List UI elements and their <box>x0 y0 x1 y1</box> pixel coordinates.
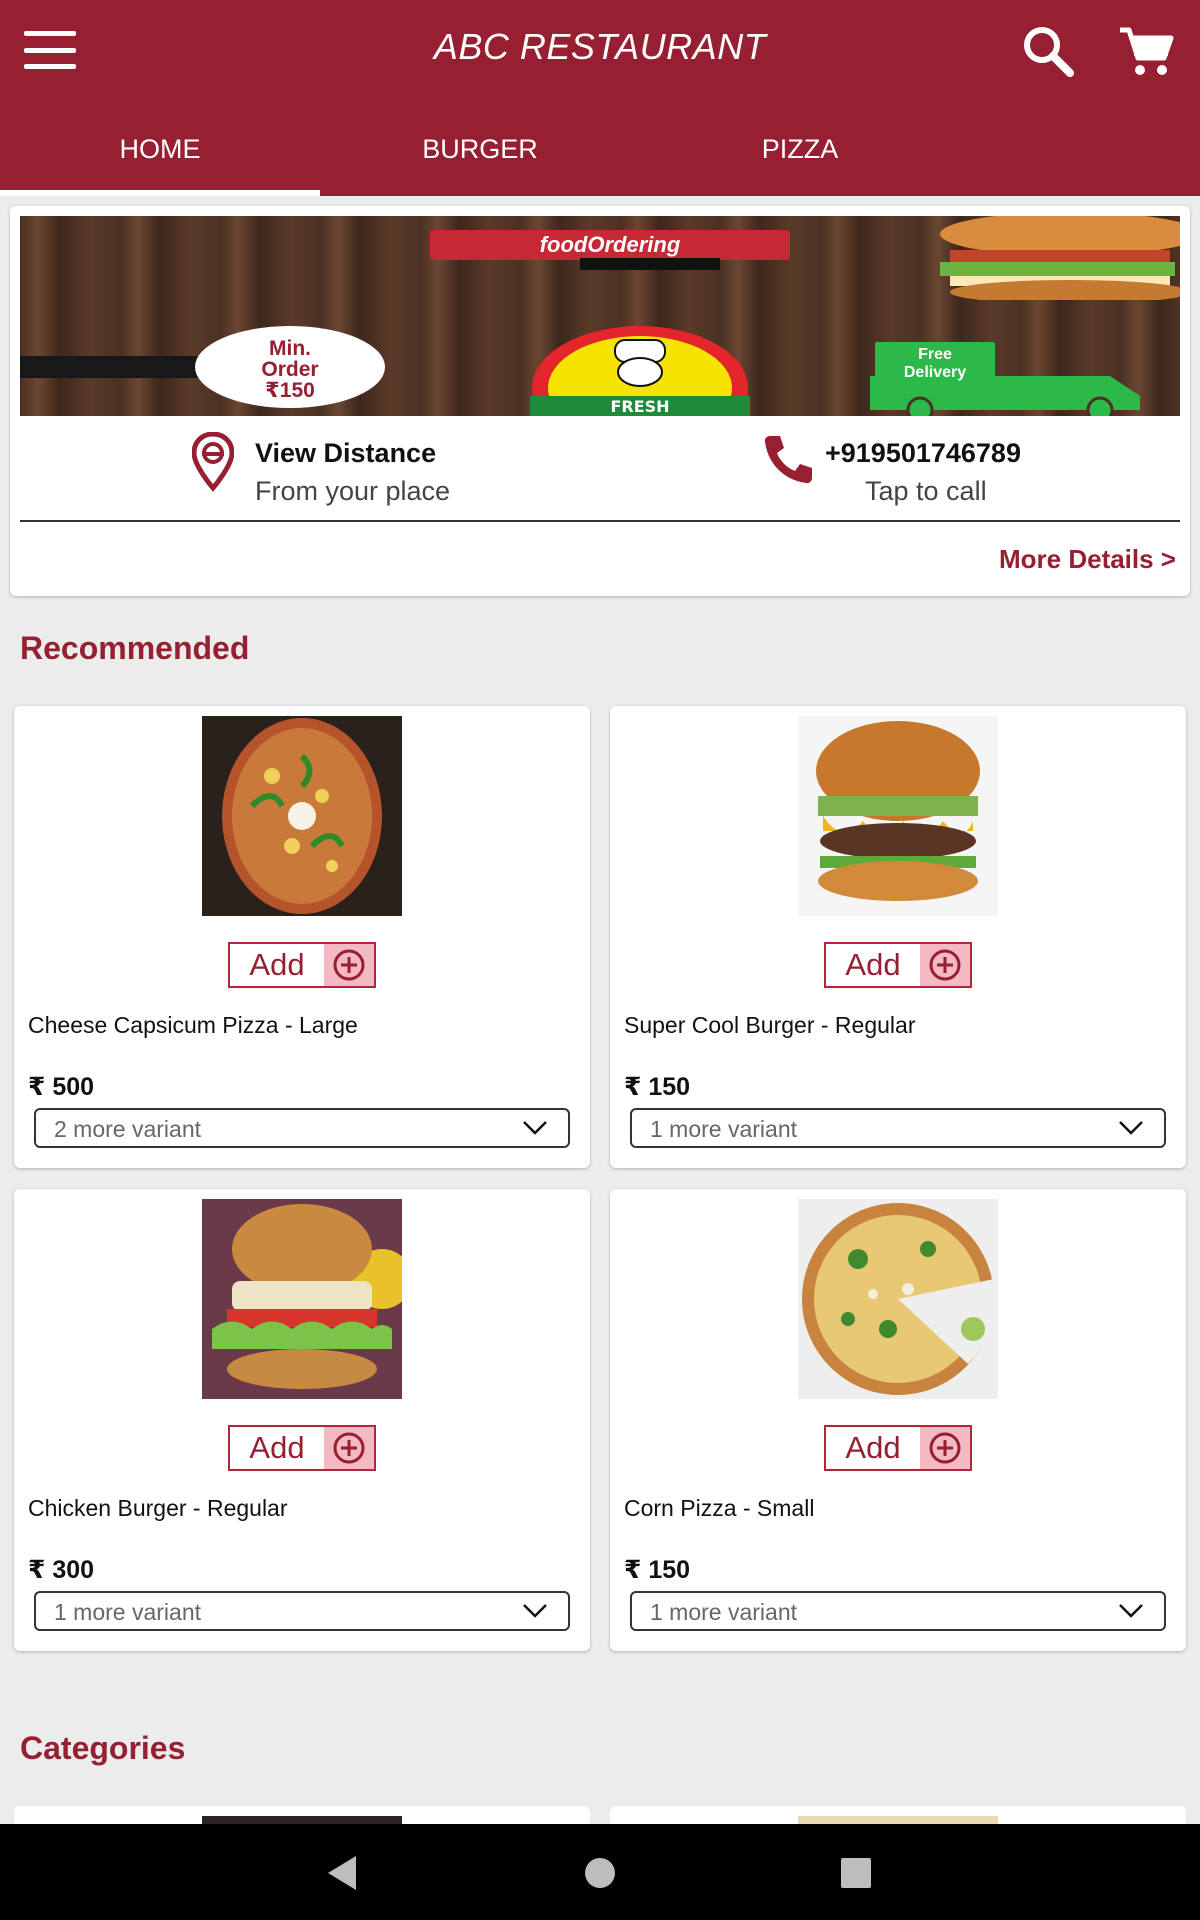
add-to-cart-button[interactable]: Add <box>824 1425 972 1471</box>
tap-to-call-label: Tap to call <box>865 476 987 506</box>
back-icon[interactable] <box>318 1848 368 1898</box>
product-card: Add Chicken Burger - Regular ₹ 300 1 mor… <box>14 1189 590 1651</box>
fresh-badge-text: FRESH <box>610 397 669 416</box>
phone-icon <box>764 436 812 484</box>
variant-dropdown-value: 2 more variant <box>54 1116 202 1142</box>
info-divider <box>20 520 1180 522</box>
product-name: Chicken Burger - Regular <box>28 1495 288 1521</box>
view-distance-subtitle: From your place <box>255 476 451 506</box>
banner-hand-graphic <box>20 356 210 378</box>
chevron-down-icon <box>523 1121 547 1135</box>
banner-brand-tagline <box>580 258 720 270</box>
variant-dropdown[interactable]: 2 more variant <box>34 1108 570 1148</box>
min-order-line-1: Min. <box>269 337 311 360</box>
app-bar: ABC RESTAURANT HOME BURGER PIZZA <box>0 0 1200 196</box>
variant-dropdown-value: 1 more variant <box>650 1116 798 1142</box>
add-circle-icon <box>920 1427 970 1469</box>
variant-dropdown-value: 1 more variant <box>650 1599 798 1625</box>
add-circle-icon <box>324 1427 374 1469</box>
free-delivery-line-2: Delivery <box>903 364 967 381</box>
banner-brand-logo: foodOrdering <box>430 230 790 260</box>
tab-burger[interactable]: BURGER <box>320 110 640 196</box>
call-restaurant-button[interactable]: +919501746789 Tap to call <box>750 422 1080 512</box>
product-image-burger[interactable] <box>202 1199 402 1399</box>
chevron-down-icon <box>523 1604 547 1618</box>
restaurant-banner: foodOrdering Min. Order ₹150 FRESH Free … <box>20 216 1180 416</box>
min-order-line-2: Order <box>261 358 319 381</box>
add-button-label: Add <box>249 947 305 982</box>
product-image-pizza[interactable] <box>798 1199 998 1399</box>
add-button-label: Add <box>249 1430 305 1465</box>
add-button-label: Add <box>845 1430 901 1465</box>
product-price: ₹ 500 <box>28 1073 95 1101</box>
system-navigation-bar <box>0 1824 1200 1920</box>
add-circle-icon <box>324 944 374 986</box>
product-image-pizza[interactable] <box>202 716 402 916</box>
tab-pizza[interactable]: PIZZA <box>640 110 960 196</box>
fresh-chef-badge: FRESH <box>525 326 755 416</box>
product-price: ₹ 150 <box>624 1073 691 1101</box>
min-order-line-3: ₹150 <box>265 379 315 402</box>
product-name: Super Cool Burger - Regular <box>624 1012 916 1038</box>
restaurant-info-card: foodOrdering Min. Order ₹150 FRESH Free … <box>10 206 1190 596</box>
add-circle-icon <box>920 944 970 986</box>
product-card: Add Super Cool Burger - Regular ₹ 150 1 … <box>610 706 1186 1168</box>
restaurant-phone-number: +919501746789 <box>825 438 1021 468</box>
categories-section-title: Categories <box>20 1730 186 1766</box>
chevron-down-icon <box>1119 1604 1143 1618</box>
variant-dropdown[interactable]: 1 more variant <box>630 1591 1166 1631</box>
add-to-cart-button[interactable]: Add <box>228 942 376 988</box>
product-price: ₹ 300 <box>28 1556 95 1584</box>
product-card: Add Cheese Capsicum Pizza - Large ₹ 500 … <box>14 706 590 1168</box>
variant-dropdown[interactable]: 1 more variant <box>630 1108 1166 1148</box>
location-pin-icon <box>192 432 234 492</box>
tab-home[interactable]: HOME <box>0 110 320 196</box>
min-order-badge: Min. Order ₹150 <box>195 326 385 408</box>
home-icon[interactable] <box>575 1848 625 1898</box>
shopping-cart-icon[interactable] <box>1118 24 1174 78</box>
add-to-cart-button[interactable]: Add <box>824 942 972 988</box>
banner-burger-image <box>920 216 1180 304</box>
category-tabs: HOME BURGER PIZZA <box>0 110 1200 196</box>
free-delivery-label: Free Delivery <box>875 342 995 386</box>
more-details-link[interactable]: More Details > <box>999 544 1176 575</box>
variant-dropdown[interactable]: 1 more variant <box>34 1591 570 1631</box>
recommended-section-title: Recommended <box>20 630 250 666</box>
view-distance-button[interactable]: View Distance From your place <box>180 422 600 512</box>
variant-dropdown-value: 1 more variant <box>54 1599 202 1625</box>
free-delivery-line-1: Free <box>918 346 952 363</box>
product-name: Cheese Capsicum Pizza - Large <box>28 1012 358 1038</box>
view-distance-title: View Distance <box>255 438 437 468</box>
add-button-label: Add <box>845 947 901 982</box>
product-price: ₹ 150 <box>624 1556 691 1584</box>
search-icon[interactable] <box>1020 24 1076 78</box>
product-image-burger[interactable] <box>798 716 998 916</box>
product-name: Corn Pizza - Small <box>624 1495 815 1521</box>
add-to-cart-button[interactable]: Add <box>228 1425 376 1471</box>
recents-icon[interactable] <box>831 1848 881 1898</box>
chevron-down-icon <box>1119 1121 1143 1135</box>
product-card: Add Corn Pizza - Small ₹ 150 1 more vari… <box>610 1189 1186 1651</box>
